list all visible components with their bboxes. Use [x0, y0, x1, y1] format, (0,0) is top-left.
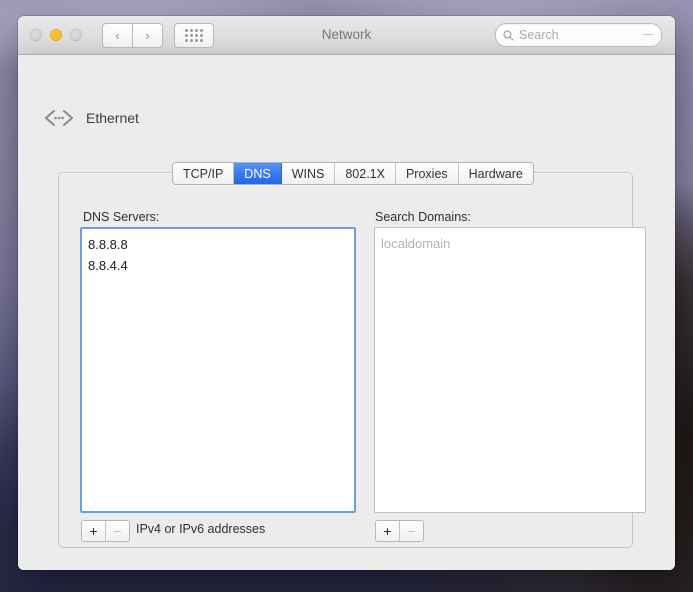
- remove-search-domain-button[interactable]: −: [400, 521, 423, 541]
- search-domains-list[interactable]: localdomain: [374, 227, 646, 513]
- ethernet-icon: [42, 107, 76, 129]
- search-placeholder: Search: [519, 28, 559, 42]
- tab-tcpip[interactable]: TCP/IP: [173, 163, 234, 184]
- dns-add-remove-group: + −: [81, 520, 130, 542]
- dns-servers-list[interactable]: 8.8.8.8 8.8.4.4: [80, 227, 356, 513]
- list-item[interactable]: 8.8.4.4: [82, 255, 354, 276]
- dns-servers-label: DNS Servers:: [83, 210, 159, 224]
- minus-icon: −: [113, 524, 121, 538]
- list-item[interactable]: localdomain: [375, 233, 645, 254]
- minus-icon: −: [407, 524, 415, 538]
- search-input[interactable]: Search: [495, 23, 662, 47]
- tab-label: TCP/IP: [183, 167, 223, 181]
- tab-label: DNS: [244, 167, 270, 181]
- tab-dns[interactable]: DNS: [234, 163, 281, 184]
- add-search-domain-button[interactable]: +: [376, 521, 400, 541]
- remove-dns-server-button[interactable]: −: [106, 521, 129, 541]
- tab-label: WINS: [292, 167, 325, 181]
- preferences-body: Ethernet TCP/IP DNS WINS 802.1X Proxies: [18, 55, 675, 570]
- search-field-grip: [643, 34, 653, 35]
- tab-8021x[interactable]: 802.1X: [335, 163, 396, 184]
- list-item[interactable]: 8.8.8.8: [82, 234, 354, 255]
- tab-label: 802.1X: [345, 167, 385, 181]
- system-preferences-window: ‹ › Network Search: [18, 16, 675, 570]
- plus-icon: +: [89, 524, 97, 538]
- tab-label: Proxies: [406, 167, 448, 181]
- search-domains-label: Search Domains:: [375, 210, 471, 224]
- tab-label: Hardware: [469, 167, 523, 181]
- tab-bar: TCP/IP DNS WINS 802.1X Proxies Hardware: [172, 162, 534, 185]
- tab-hardware[interactable]: Hardware: [459, 163, 533, 184]
- service-header: Ethernet: [42, 107, 139, 129]
- search-domain-add-remove-group: + −: [375, 520, 424, 542]
- dns-hint-label: IPv4 or IPv6 addresses: [136, 522, 265, 536]
- search-icon: [503, 30, 514, 41]
- network-settings-sheet: Ethernet TCP/IP DNS WINS 802.1X Proxies: [18, 55, 675, 570]
- add-dns-server-button[interactable]: +: [82, 521, 106, 541]
- window-titlebar: ‹ › Network Search: [18, 16, 675, 55]
- tab-proxies[interactable]: Proxies: [396, 163, 459, 184]
- plus-icon: +: [383, 524, 391, 538]
- service-name-label: Ethernet: [86, 110, 139, 126]
- tab-wins[interactable]: WINS: [282, 163, 336, 184]
